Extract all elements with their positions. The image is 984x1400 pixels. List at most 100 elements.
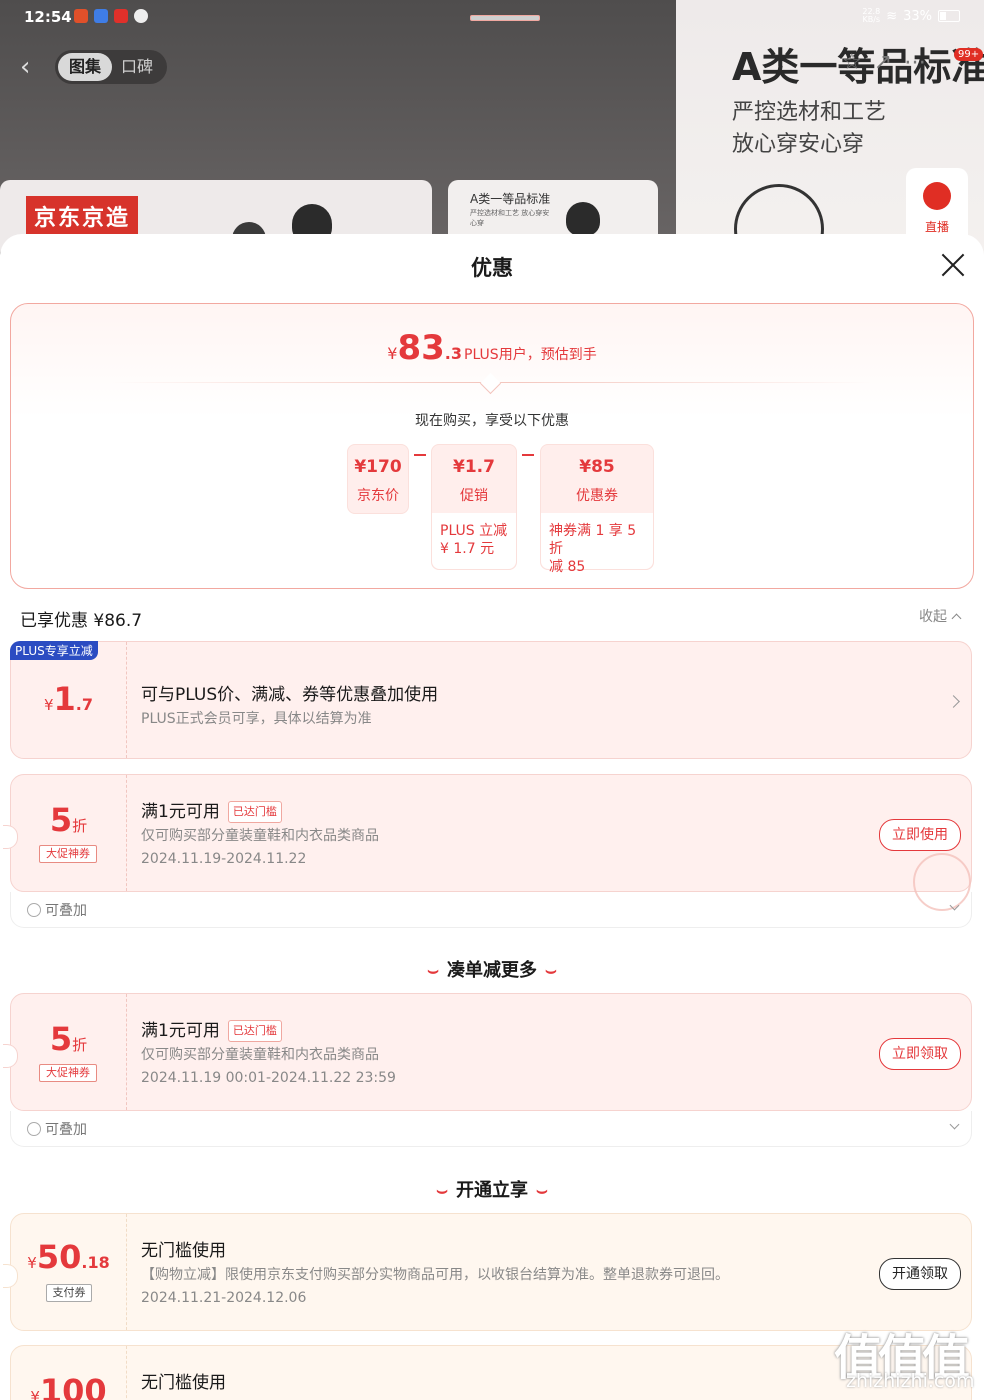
close-icon[interactable]	[940, 252, 966, 278]
breakdown-value: ¥85	[579, 457, 615, 477]
activate-claim-button[interactable]: 开通领取	[879, 1258, 961, 1290]
coupon-amount: ¥50.18 支付券	[11, 1214, 127, 1330]
estimated-price: ¥83.3 PLUS用户，预估到手	[11, 328, 973, 368]
tab-reviews[interactable]: 口碑	[121, 53, 153, 81]
chevron-right-icon[interactable]	[947, 695, 960, 708]
message-badge: 99+	[954, 48, 984, 61]
wifi-icon: ≋	[886, 8, 898, 24]
favorite-star-icon[interactable]: ☆	[842, 50, 862, 75]
breakdown-promotion: ¥1.7 促销 PLUS 立减 ¥ 1.7 元	[431, 444, 517, 570]
breakdown-value: ¥170	[354, 457, 402, 477]
chevron-down-icon	[949, 900, 960, 911]
chevron-down-icon	[949, 1119, 960, 1130]
top-actions: ☆ ↗ ⋯	[842, 50, 926, 75]
currency-symbol: ¥	[43, 696, 54, 714]
coupon-type-tag: 大促神券	[39, 845, 97, 863]
battery-percent: 33%	[903, 8, 932, 24]
coupon-title: 满1元可用	[141, 1021, 220, 1041]
discount-unit: 折	[72, 817, 88, 835]
back-arrow-icon[interactable]: ‹	[20, 54, 30, 80]
thumbnail-subtitle: 严控选材和工艺 放心穿安心穿	[470, 209, 550, 227]
breakdown-label: 促销	[460, 488, 488, 504]
breakdown-list-price: ¥170 京东价	[347, 444, 409, 514]
tab-gallery[interactable]: 图集	[58, 53, 112, 81]
coupon-card[interactable]: 5折 大促神券 满1元可用 已达门槛 仅可购买部分童装童鞋和内衣品类商品 2024…	[3, 774, 972, 911]
breakdown-label: 优惠券	[576, 488, 618, 504]
enjoyed-discount: 已享优惠 ¥86.7	[20, 611, 143, 631]
amount-value: ¥100	[11, 1372, 126, 1400]
smile-icon: ⌣	[427, 960, 439, 981]
currency-symbol: ¥	[30, 1388, 40, 1400]
stackable-row[interactable]: 可叠加	[10, 892, 972, 928]
section-label: 开通立享	[456, 1180, 528, 1201]
app-notification-icon	[114, 9, 128, 23]
breakdown-detail: PLUS 立减 ¥ 1.7 元	[432, 513, 516, 569]
coupon-title: 无门槛使用	[141, 1373, 226, 1393]
status-bar: 12:54 22.8 KB/s ≋ 33%	[0, 0, 984, 34]
info-icon	[27, 903, 41, 917]
price-label: PLUS用户，预估到手	[464, 347, 597, 363]
payment-coupon-card[interactable]: ¥100 无门槛使用	[10, 1345, 972, 1400]
buy-now-text: 现在购买，享受以下优惠	[415, 413, 569, 429]
discount-unit: 折	[72, 1036, 88, 1054]
minus-sign	[414, 454, 426, 456]
smile-icon: ⌣	[436, 1180, 448, 1201]
section-label: 凑单减更多	[447, 960, 537, 981]
currency-symbol: ¥	[27, 1254, 37, 1272]
watermark-url: zhizhizhi.com	[846, 1370, 975, 1392]
coupon-date: 2024.11.19 00:01-2024.11.22 23:59	[141, 1070, 396, 1086]
detail-preview: A类一等品标准 严控选材和工艺 放心穿安心穿 ☆ ↗ ⋯ 99+ 直播	[676, 0, 984, 260]
coupon-title-row: 满1元可用 已达门槛	[141, 797, 282, 823]
info-icon	[27, 1122, 41, 1136]
coupon-amount: 5折 大促神券	[11, 775, 127, 891]
amount-decimal: .18	[81, 1253, 110, 1272]
breakdown-detail: 神券满 1 享 5 折 减 85	[541, 513, 653, 575]
stackable-row[interactable]: 可叠加	[10, 1111, 972, 1147]
detail-subtitle-1: 严控选材和工艺	[732, 100, 887, 125]
price-summary: ¥83.3 PLUS用户，预估到手 现在购买，享受以下优惠 ¥170 京东价 ¥1…	[10, 303, 974, 589]
more-icon[interactable]: ⋯	[904, 50, 926, 75]
threshold-pill: 已达门槛	[227, 1020, 282, 1042]
claim-now-button[interactable]: 立即领取	[879, 1038, 961, 1070]
payment-coupon-card[interactable]: ¥50.18 支付券 无门槛使用 【购物立减】限使用京东支付购买部分实物商品可用…	[3, 1213, 972, 1331]
coupon-card[interactable]: 5折 大促神券 满1元可用 已达门槛 仅可购买部分童装童鞋和内衣品类商品 2024…	[3, 993, 972, 1111]
amount-integer: 50	[36, 1238, 82, 1276]
notification-icons	[74, 9, 148, 23]
divider-notch	[479, 372, 502, 395]
section-title: ⌣ 凑单减更多 ⌣	[0, 956, 984, 982]
discount-number: 5	[49, 1020, 73, 1058]
collapse-toggle[interactable]: 收起	[919, 606, 960, 626]
coupon-type-tag: 支付券	[46, 1284, 92, 1302]
thumbnail-title: A类一等品标准	[470, 192, 551, 206]
discount-value: 5折	[11, 1020, 126, 1058]
product-page-background: 京东京造 A类一等品标准 严控选材和工艺 放心穿安心穿 A类一等品标准 严控选材…	[0, 0, 984, 260]
amount-decimal: .7	[75, 695, 94, 714]
use-now-button[interactable]: 立即使用	[879, 819, 961, 851]
coupon-title: 满1元可用	[141, 802, 220, 822]
minus-sign	[522, 454, 534, 456]
coupon-type-tag: 大促神券	[39, 1064, 97, 1082]
coupon-desc: PLUS正式会员可享，具体以结算为准	[141, 711, 372, 727]
battery-icon	[938, 10, 960, 22]
coupon-desc: 仅可购买部分童装童鞋和内衣品类商品	[141, 1047, 379, 1063]
price-integer: 83	[397, 328, 445, 368]
coupon-title: 可与PLUS价、满减、券等优惠叠加使用	[141, 685, 439, 705]
breakdown-value: ¥1.7	[453, 457, 495, 477]
coupon-title-row: 满1元可用 已达门槛	[141, 1016, 282, 1042]
share-icon[interactable]: ↗	[874, 50, 892, 75]
section-title: ⌣ 开通立享 ⌣	[0, 1176, 984, 1202]
amount-integer: 1	[53, 680, 76, 718]
network-speed: 22.8 KB/s	[862, 7, 881, 24]
plus-discount-card[interactable]: ¥1.7 可与PLUS价、满减、券等优惠叠加使用 PLUS正式会员可享，具体以结…	[10, 641, 972, 759]
coupon-title: 无门槛使用	[141, 1241, 226, 1261]
live-label: 直播	[924, 220, 949, 234]
breakdown-label: 京东价	[357, 488, 399, 504]
app-notification-icon	[74, 9, 88, 23]
plus-badge: PLUS专享立减	[10, 641, 98, 660]
coupon-date: 2024.11.19-2024.11.22	[141, 851, 307, 867]
discount-value: 5折	[11, 801, 126, 839]
coupon-amount: ¥100	[11, 1346, 127, 1400]
clock: 12:54	[24, 8, 72, 26]
price-decimal: .3	[444, 344, 463, 363]
app-notification-icon	[94, 9, 108, 23]
